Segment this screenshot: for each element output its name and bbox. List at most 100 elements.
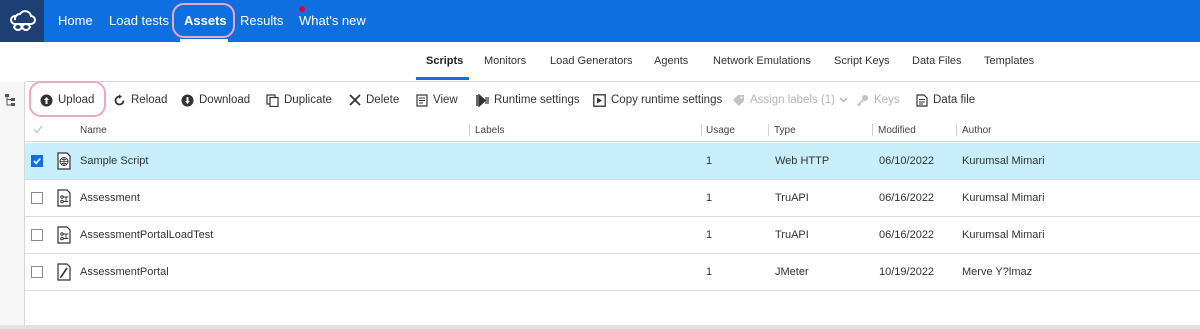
cell-author: Kurumsal Mimari	[962, 229, 1045, 241]
cell-name[interactable]: AssessmentPortal	[80, 266, 169, 278]
upload-highlight-outline	[29, 81, 106, 117]
scripts-table: Name Labels Usage Type Modified Author S…	[25, 118, 1200, 326]
left-rail	[0, 82, 25, 329]
truapi-script-icon	[57, 226, 71, 244]
notification-dot	[299, 6, 305, 12]
download-button[interactable]: Download	[181, 82, 250, 118]
row-checkbox[interactable]	[31, 266, 43, 278]
cell-type: TruAPI	[775, 192, 809, 204]
tab-script-keys[interactable]: Script Keys	[834, 55, 890, 67]
horizontal-scrollbar[interactable]	[0, 325, 1200, 329]
app-logo[interactable]	[0, 0, 44, 42]
data-file-icon	[916, 93, 928, 107]
tab-network-emulations[interactable]: Network Emulations	[713, 55, 811, 67]
cell-author: Merve Y?lmaz	[962, 266, 1033, 278]
column-resizer[interactable]	[469, 124, 470, 136]
view-label: View	[433, 94, 458, 106]
copy-runtime-settings-button[interactable]: Copy runtime settings	[593, 82, 722, 118]
cell-type: JMeter	[775, 266, 809, 278]
tab-agents[interactable]: Agents	[654, 55, 688, 67]
copy-runtime-settings-label: Copy runtime settings	[611, 94, 723, 106]
data-file-button[interactable]: Data file	[916, 82, 975, 118]
column-resizer[interactable]	[956, 124, 957, 136]
reload-button[interactable]: Reload	[113, 82, 167, 118]
data-file-label: Data file	[933, 94, 976, 106]
row-checkbox[interactable]	[31, 229, 43, 241]
chevron-down-icon	[839, 97, 848, 103]
assets-highlight-outline	[172, 3, 235, 38]
view-button[interactable]: View	[416, 82, 458, 118]
copy-runtime-settings-icon	[593, 93, 606, 107]
header-modified[interactable]: Modified	[878, 125, 916, 136]
cell-modified: 10/19/2022	[879, 266, 935, 278]
tab-templates[interactable]: Templates	[984, 55, 1034, 67]
nav-load-tests[interactable]: Load tests	[109, 0, 169, 42]
table-row[interactable]: AssessmentPortalLoadTest 1 TruAPI 06/16/…	[25, 217, 1200, 254]
cell-type: Web HTTP	[775, 155, 830, 167]
row-checkbox[interactable]	[31, 155, 43, 167]
cell-modified: 06/16/2022	[879, 192, 935, 204]
checkmark-icon	[33, 157, 41, 165]
cell-usage: 1	[706, 229, 713, 241]
tab-scripts[interactable]: Scripts	[426, 55, 463, 67]
assign-labels-label: Assign labels (1)	[750, 94, 836, 106]
cell-name[interactable]: Assessment	[80, 192, 140, 204]
header-labels[interactable]: Labels	[475, 125, 504, 136]
asset-subtabs: Scripts Monitors Load Generators Agents …	[0, 42, 1200, 82]
delete-button[interactable]: Delete	[349, 82, 399, 118]
nav-whats-new[interactable]: What's new	[299, 0, 366, 42]
header-author[interactable]: Author	[962, 125, 991, 136]
cell-type: TruAPI	[775, 229, 809, 241]
cell-author: Kurumsal Mimari	[962, 192, 1045, 204]
web-script-icon	[57, 152, 71, 170]
duplicate-button[interactable]: Duplicate	[266, 82, 332, 118]
cell-modified: 06/16/2022	[879, 229, 935, 241]
column-resizer[interactable]	[872, 124, 873, 136]
reload-label: Reload	[131, 94, 168, 106]
column-resizer[interactable]	[768, 124, 769, 136]
tab-load-generators[interactable]: Load Generators	[550, 55, 633, 67]
keys-button[interactable]: Keys	[856, 82, 900, 118]
runtime-settings-button[interactable]: Runtime settings	[476, 82, 580, 118]
cell-usage: 1	[706, 192, 713, 204]
cell-author: Kurumsal Mimari	[962, 155, 1045, 167]
jmeter-script-icon	[57, 263, 71, 281]
table-header: Name Labels Usage Type Modified Author	[25, 118, 1200, 142]
reload-icon	[114, 94, 125, 105]
row-checkbox[interactable]	[31, 192, 43, 204]
cloud-logo-icon	[10, 10, 36, 31]
subtab-active-indicator	[416, 77, 469, 80]
truapi-script-icon	[57, 189, 71, 207]
view-icon	[416, 93, 428, 107]
column-resizer[interactable]	[701, 124, 702, 136]
download-icon	[181, 94, 194, 106]
label-tag-icon	[733, 94, 744, 106]
cell-name[interactable]: AssessmentPortalLoadTest	[80, 229, 213, 241]
keys-label: Keys	[874, 94, 900, 106]
select-all-check-icon[interactable]	[33, 125, 43, 134]
cell-modified: 06/10/2022	[879, 155, 935, 167]
runtime-settings-icon	[476, 93, 489, 107]
cell-name[interactable]: Sample Script	[80, 155, 148, 167]
nav-results[interactable]: Results	[240, 0, 283, 42]
table-row[interactable]: Sample Script 1 Web HTTP 06/10/2022 Kuru…	[25, 143, 1200, 180]
table-row[interactable]: Assessment 1 TruAPI 06/16/2022 Kurumsal …	[25, 180, 1200, 217]
nav-home[interactable]: Home	[58, 0, 93, 42]
cell-usage: 1	[706, 155, 713, 167]
runtime-settings-label: Runtime settings	[494, 94, 580, 106]
assign-labels-button[interactable]: Assign labels (1)	[732, 82, 853, 118]
duplicate-label: Duplicate	[284, 94, 332, 106]
scripts-toolbar: Upload Reload Download Duplicate Delete …	[25, 82, 1200, 118]
tab-data-files[interactable]: Data Files	[912, 55, 962, 67]
delete-icon	[349, 94, 361, 106]
duplicate-icon	[266, 93, 279, 107]
header-type[interactable]: Type	[774, 125, 796, 136]
header-name[interactable]: Name	[80, 125, 107, 136]
table-row[interactable]: AssessmentPortal 1 JMeter 10/19/2022 Mer…	[25, 254, 1200, 291]
tree-view-icon[interactable]	[4, 93, 18, 107]
header-usage[interactable]: Usage	[706, 125, 735, 136]
cell-usage: 1	[706, 266, 713, 278]
delete-label: Delete	[366, 94, 400, 106]
tab-monitors[interactable]: Monitors	[484, 55, 526, 67]
download-label: Download	[199, 94, 251, 106]
